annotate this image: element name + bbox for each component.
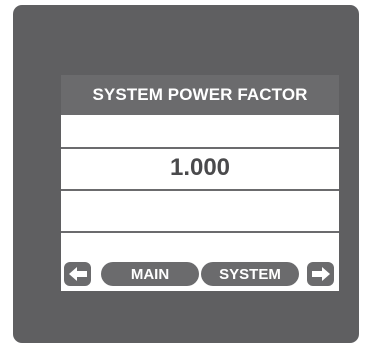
next-button[interactable] [307,262,334,286]
divider-bottom [61,231,339,233]
nav-bar: MAIN SYSTEM [61,261,339,287]
main-button[interactable]: MAIN [101,262,199,286]
arrow-left-icon [68,267,87,281]
prev-button[interactable] [64,262,91,286]
divider-middle [61,189,339,191]
power-factor-value: 1.000 [169,154,231,181]
arrow-right-icon [311,267,330,281]
display-screen: SYSTEM POWER FACTOR 1.000 MAIN SYSTEM [61,75,339,291]
screen-title: SYSTEM POWER FACTOR [61,75,339,115]
system-button[interactable]: SYSTEM [201,262,299,286]
meter-bezel: SYSTEM POWER FACTOR 1.000 MAIN SYSTEM [13,5,359,343]
